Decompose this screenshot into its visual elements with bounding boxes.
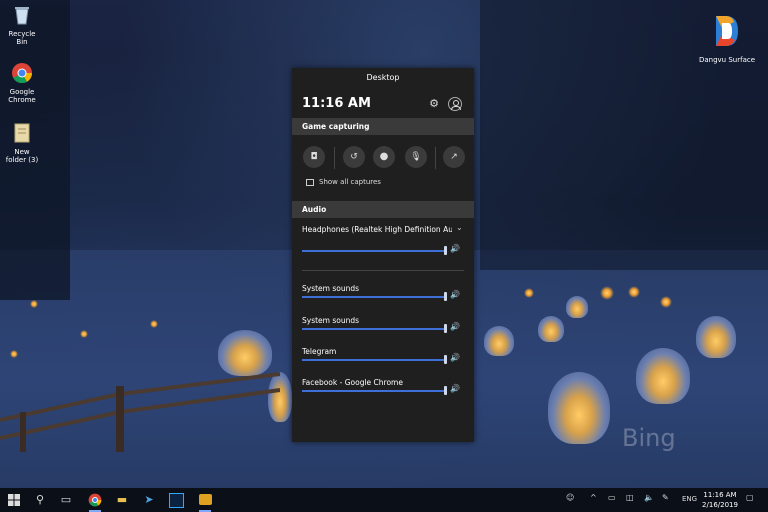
divider bbox=[302, 270, 464, 271]
master-volume-thumb[interactable] bbox=[444, 246, 447, 255]
wallpaper-lantern bbox=[10, 350, 18, 358]
wallpaper-snow-hut bbox=[566, 296, 588, 318]
desktop-icon-label: New folder (3) bbox=[5, 148, 39, 164]
app-volume-label: System sounds bbox=[302, 316, 360, 325]
action-center-icon[interactable]: ▢ bbox=[746, 493, 754, 502]
app-volume-label: Telegram bbox=[302, 347, 337, 356]
taskbar: ⚲ ▭ ▬ ➤ ☺ ^ ▭ ◫ 🔈 ✎ ENG 11:16 AM 2/16/20… bbox=[0, 488, 768, 512]
panel-title: Desktop bbox=[366, 73, 400, 82]
chevron-up-icon[interactable]: ^ bbox=[590, 493, 597, 502]
search-icon[interactable]: ⚲ bbox=[32, 492, 48, 508]
volume-mixer: 🔊 System sounds 🔊 System sounds 🔊 Telegr… bbox=[292, 240, 474, 395]
app-volume-slider[interactable] bbox=[302, 359, 446, 361]
wallpaper-lantern bbox=[150, 320, 158, 328]
panel-time: 11:16 AM bbox=[302, 96, 371, 111]
chrome-icon bbox=[12, 63, 33, 84]
capture-controls: ◘ ↺ ● 🎙 ↗ bbox=[292, 135, 474, 177]
show-all-captures-label: Show all captures bbox=[319, 178, 381, 186]
section-game-capturing: Game capturing bbox=[292, 118, 474, 135]
task-view-icon[interactable]: ▭ bbox=[58, 492, 74, 508]
photoshop-icon[interactable] bbox=[168, 492, 184, 508]
record-last-icon: ↺ bbox=[350, 152, 358, 162]
mic-off-icon: 🎙 bbox=[410, 152, 422, 162]
volume-icon[interactable]: 🔈 bbox=[644, 493, 654, 502]
wallpaper-lantern bbox=[660, 296, 672, 308]
recycle-bin-icon bbox=[15, 7, 29, 25]
app-volume-thumb[interactable] bbox=[444, 292, 447, 301]
audio-device-name: Headphones (Realtek High Definition Audi… bbox=[302, 225, 452, 234]
app-volume-label: Facebook - Google Chrome bbox=[302, 378, 403, 387]
wallpaper-snow-hut bbox=[538, 316, 564, 342]
record-button[interactable]: ● bbox=[373, 146, 395, 168]
dangvu-logo-icon bbox=[716, 16, 738, 46]
wallpaper-lantern bbox=[80, 330, 88, 338]
app-volume-thumb[interactable] bbox=[444, 386, 447, 395]
broadcast-button[interactable]: ↗ bbox=[443, 146, 465, 168]
network-icon[interactable]: ◫ bbox=[626, 493, 634, 502]
battery-icon[interactable]: ▭ bbox=[608, 493, 616, 502]
wallpaper-lantern bbox=[30, 300, 38, 308]
dangvu-surface-logo: Dangvu Surface bbox=[692, 14, 762, 64]
mic-toggle-button[interactable]: 🎙 bbox=[405, 146, 427, 168]
gear-icon[interactable]: ⚙ bbox=[428, 98, 440, 110]
taskbar-clock[interactable]: 11:16 AM 2/16/2019 bbox=[700, 490, 740, 510]
app-volume-thumb[interactable] bbox=[444, 355, 447, 364]
master-volume-slider[interactable] bbox=[302, 250, 446, 252]
desktop-icon-label: Recycle Bin bbox=[8, 30, 36, 46]
app-volume-label: System sounds bbox=[302, 284, 360, 293]
folder-icon bbox=[14, 123, 30, 143]
app-volume-thumb[interactable] bbox=[444, 324, 447, 333]
app-volume-slider[interactable] bbox=[302, 390, 446, 392]
record-last-button[interactable]: ↺ bbox=[343, 146, 365, 168]
gallery-icon bbox=[306, 179, 314, 186]
wallpaper-lantern bbox=[628, 286, 640, 298]
audio-device-select[interactable]: Headphones (Realtek High Definition Audi… bbox=[292, 218, 474, 240]
desktop-icon-recycle-bin[interactable]: Recycle Bin bbox=[4, 4, 40, 46]
section-audio: Audio bbox=[292, 201, 474, 218]
chrome-icon[interactable] bbox=[87, 492, 103, 512]
show-all-captures-link[interactable]: Show all captures bbox=[292, 177, 474, 193]
media-app-icon[interactable] bbox=[197, 492, 213, 512]
speaker-icon[interactable]: 🔊 bbox=[450, 384, 460, 393]
screenshot-icon: ◘ bbox=[310, 152, 318, 162]
wallpaper-snow-hut bbox=[548, 372, 610, 444]
people-icon[interactable]: ☺ bbox=[566, 493, 574, 502]
windows-icon[interactable] bbox=[6, 492, 22, 508]
record-icon: ● bbox=[379, 151, 389, 162]
app-volume-slider[interactable] bbox=[302, 296, 446, 298]
file-explorer-icon[interactable]: ▬ bbox=[114, 492, 130, 508]
speaker-icon[interactable]: 🔊 bbox=[450, 290, 460, 299]
game-bar-panel: Desktop 11:16 AM ⚙ Game capturing ◘ ↺ ● … bbox=[292, 68, 474, 442]
broadcast-icon: ↗ bbox=[450, 152, 458, 162]
wallpaper-snow-hut bbox=[696, 316, 736, 358]
wallpaper-snow-hut bbox=[484, 326, 514, 356]
bing-watermark: Bing bbox=[622, 424, 676, 452]
wallpaper-snow-hut bbox=[636, 348, 690, 404]
pen-icon[interactable]: ✎ bbox=[662, 493, 669, 502]
clock-time: 11:16 AM bbox=[703, 491, 737, 499]
wallpaper-fence bbox=[0, 372, 280, 452]
clock-date: 2/16/2019 bbox=[702, 501, 738, 509]
wallpaper-snow-hut bbox=[218, 330, 272, 376]
wallpaper-lantern bbox=[600, 286, 614, 300]
desktop-icon-label: Google Chrome bbox=[8, 88, 36, 104]
screenshot-button[interactable]: ◘ bbox=[303, 146, 325, 168]
time-row: 11:16 AM ⚙ bbox=[292, 88, 474, 118]
divider bbox=[334, 147, 335, 169]
desktop-icon-google-chrome[interactable]: Google Chrome bbox=[4, 62, 40, 104]
speaker-icon[interactable]: 🔊 bbox=[450, 322, 460, 331]
app-volume-slider[interactable] bbox=[302, 328, 446, 330]
telegram-icon[interactable]: ➤ bbox=[141, 492, 157, 508]
speaker-icon[interactable]: 🔊 bbox=[450, 244, 460, 253]
chevron-down-icon: ⌄ bbox=[456, 223, 463, 232]
user-icon[interactable] bbox=[448, 97, 462, 111]
desktop-icon-new-folder[interactable]: New folder (3) bbox=[4, 122, 40, 164]
speaker-icon[interactable]: 🔊 bbox=[450, 353, 460, 362]
divider bbox=[435, 147, 436, 169]
wallpaper-lantern bbox=[524, 288, 534, 298]
logo-text: Dangvu Surface bbox=[698, 56, 756, 64]
language-indicator[interactable]: ENG bbox=[682, 495, 697, 503]
